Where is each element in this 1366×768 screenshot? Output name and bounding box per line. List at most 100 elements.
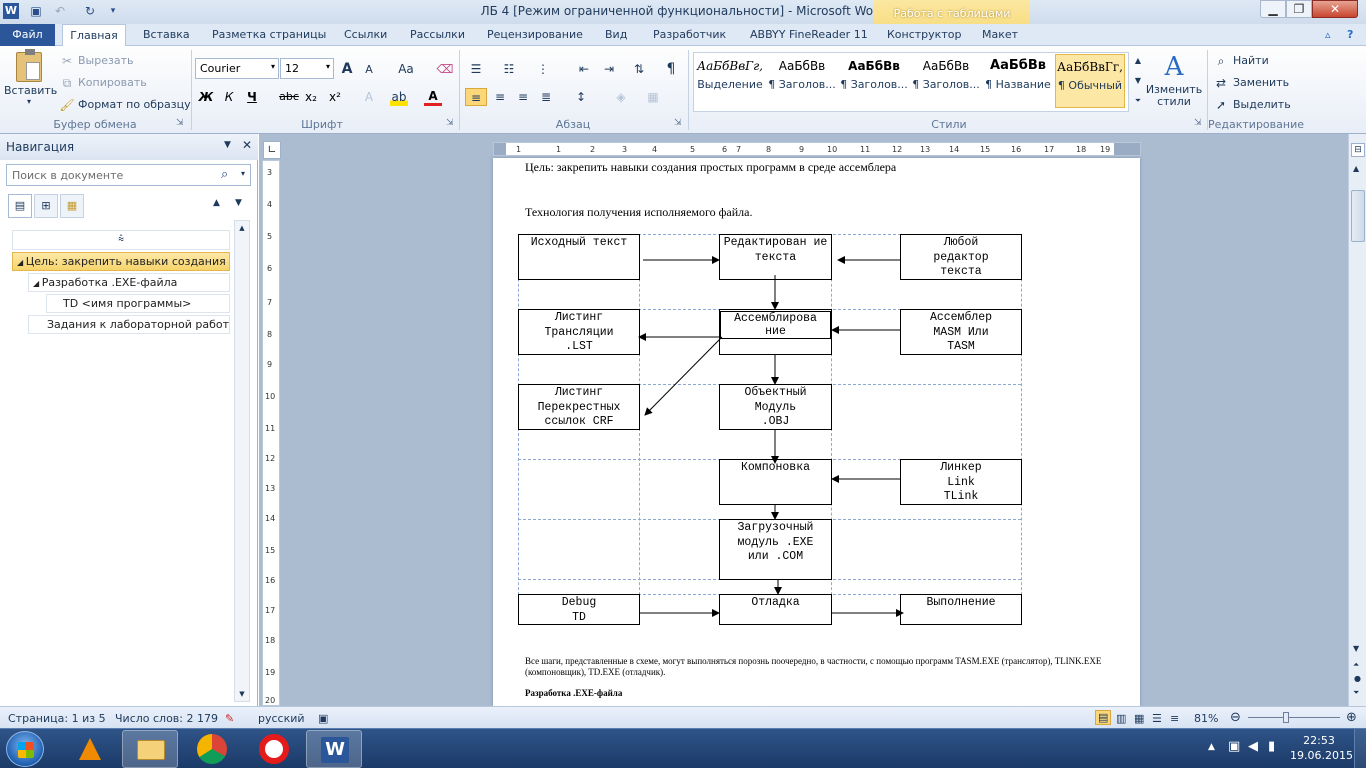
- full-screen-reading-icon[interactable]: ▥: [1116, 712, 1126, 725]
- underline-button[interactable]: Ч: [243, 88, 261, 106]
- status-words[interactable]: Число слов: 2 179: [115, 712, 218, 725]
- tray-expand-icon[interactable]: ▲: [1208, 742, 1215, 752]
- borders-icon[interactable]: ▦: [644, 88, 662, 106]
- ribbon-collapse-icon[interactable]: ▵: [1325, 28, 1331, 41]
- search-icon[interactable]: ⌕: [221, 167, 228, 182]
- tab-view[interactable]: Вид: [605, 28, 627, 41]
- start-button[interactable]: [6, 731, 44, 767]
- restore-button[interactable]: ❐: [1286, 0, 1312, 18]
- chrome-taskbar-icon[interactable]: [184, 730, 240, 768]
- nav-item-tasks[interactable]: Задания к лабораторной работе: [28, 315, 230, 334]
- volume-icon[interactable]: ◀: [1248, 739, 1258, 754]
- scroll-down-icon[interactable]: ▼: [1353, 644, 1359, 653]
- font-color-icon[interactable]: A: [424, 88, 442, 106]
- shrink-font-icon[interactable]: A: [360, 61, 378, 79]
- font-size-field[interactable]: 12 ▾: [280, 58, 334, 79]
- tab-selector-icon[interactable]: ∟: [263, 141, 281, 159]
- paragraph-launcher-icon[interactable]: ⇲: [674, 118, 682, 128]
- next-page-icon[interactable]: ⏷: [1353, 688, 1359, 698]
- proofing-icon[interactable]: ✎: [225, 712, 234, 725]
- document-page[interactable]: Цель: закрепить навыки создания простых …: [493, 158, 1140, 706]
- style-heading1[interactable]: АаБбВв ¶ Заголов...: [767, 54, 837, 108]
- tab-developer[interactable]: Разработчик: [653, 28, 726, 41]
- scroll-up-icon[interactable]: ▲: [1353, 164, 1359, 173]
- format-painter-button[interactable]: Формат по образцу: [78, 98, 191, 111]
- subscript-button[interactable]: x₂: [302, 88, 320, 106]
- nav-headings-view-button[interactable]: ▤: [8, 194, 32, 218]
- font-name-field[interactable]: Courier ▾: [195, 58, 279, 79]
- style-title[interactable]: АаБбВв ¶ Название: [983, 54, 1053, 108]
- text-effects-icon[interactable]: A: [360, 88, 378, 106]
- search-dropdown-icon[interactable]: ▾: [241, 169, 245, 178]
- zoom-slider[interactable]: [1248, 717, 1340, 718]
- pilcrow-icon[interactable]: ¶: [662, 60, 680, 78]
- nav-item-td[interactable]: TD <имя программы>: [46, 294, 230, 313]
- vertical-ruler[interactable]: 3 4 5 6 7 8 9 10 11 12 13 14 15 16 17 18 19 20: [262, 160, 280, 706]
- clipboard-launcher-icon[interactable]: ⇲: [176, 118, 184, 128]
- status-page[interactable]: Страница: 1 из 5: [8, 712, 106, 725]
- select-button[interactable]: Выделить: [1233, 98, 1291, 111]
- decrease-indent-icon[interactable]: ⇤: [575, 60, 593, 78]
- cut-button[interactable]: Вырезать: [78, 54, 133, 67]
- style-emphasis[interactable]: АаБбВвГг, Выделение: [695, 54, 765, 108]
- network-icon[interactable]: ▣: [1228, 739, 1240, 754]
- help-icon[interactable]: ?: [1347, 28, 1353, 41]
- change-styles-button[interactable]: A Изменить стили: [1145, 52, 1203, 108]
- nav-item-goal[interactable]: ◢ Цель: закрепить навыки создания ...: [12, 252, 230, 271]
- italic-button[interactable]: К: [220, 88, 238, 106]
- tab-abbyy[interactable]: ABBYY FineReader 11: [750, 28, 868, 41]
- tab-home[interactable]: Главная: [62, 24, 126, 47]
- tab-design[interactable]: Конструктор: [887, 28, 961, 41]
- opera-taskbar-icon[interactable]: [246, 730, 302, 768]
- prev-page-icon[interactable]: ⏶: [1353, 660, 1359, 670]
- zoom-out-icon[interactable]: ⊖: [1230, 710, 1241, 725]
- close-window-button[interactable]: ✕: [1312, 0, 1358, 18]
- justify-icon[interactable]: ≣: [537, 88, 555, 106]
- bold-button[interactable]: Ж: [197, 88, 215, 106]
- multilevel-list-icon[interactable]: ⋮: [534, 60, 552, 78]
- nav-pages-view-button[interactable]: ⊞: [34, 194, 58, 218]
- font-launcher-icon[interactable]: ⇲: [446, 118, 454, 128]
- nav-options-icon[interactable]: ▼: [224, 140, 231, 150]
- style-heading3[interactable]: АаБбВв ¶ Заголов...: [911, 54, 981, 108]
- power-icon[interactable]: ▮: [1268, 739, 1275, 754]
- nav-search-input[interactable]: Поиск в документе ⌕ ▾: [6, 164, 251, 186]
- align-left-icon[interactable]: ≡: [465, 88, 487, 106]
- replace-button[interactable]: Заменить: [1233, 76, 1289, 89]
- nav-collapse-all-button[interactable]: ⩯: [12, 230, 230, 250]
- nav-close-icon[interactable]: ✕: [242, 138, 252, 152]
- vertical-scrollbar[interactable]: ⊟ ▲ ▼ ⏶ ● ⏷: [1348, 134, 1366, 706]
- nav-next-icon[interactable]: ▼: [235, 198, 242, 208]
- strikethrough-button[interactable]: abc: [276, 88, 302, 106]
- paste-button[interactable]: Вставить ▾: [4, 49, 57, 114]
- increase-indent-icon[interactable]: ⇥: [600, 60, 618, 78]
- styles-launcher-icon[interactable]: ⇲: [1194, 118, 1202, 128]
- explorer-taskbar-icon[interactable]: [122, 730, 178, 768]
- clear-format-icon[interactable]: ⌫: [436, 60, 454, 78]
- shading-icon[interactable]: ◈: [612, 88, 630, 106]
- find-button[interactable]: Найти: [1233, 54, 1269, 67]
- numbering-icon[interactable]: ☷: [500, 60, 518, 78]
- tab-insert[interactable]: Вставка: [143, 28, 190, 41]
- grow-font-icon[interactable]: A: [338, 60, 356, 78]
- align-center-icon[interactable]: ≡: [491, 88, 509, 106]
- superscript-button[interactable]: x²: [326, 88, 344, 106]
- tab-page-layout[interactable]: Разметка страницы: [212, 28, 326, 41]
- browse-object-icon[interactable]: ●: [1354, 674, 1361, 683]
- tab-review[interactable]: Рецензирование: [487, 28, 583, 41]
- draft-icon[interactable]: ≡: [1170, 712, 1179, 725]
- outline-icon[interactable]: ☰: [1152, 712, 1162, 725]
- nav-scrollbar[interactable]: ▲ ▼: [234, 220, 250, 702]
- show-desktop-button[interactable]: [1354, 729, 1366, 768]
- nav-prev-icon[interactable]: ▲: [213, 198, 220, 208]
- tab-file[interactable]: Файл: [0, 24, 55, 46]
- zoom-slider-thumb[interactable]: [1283, 712, 1289, 723]
- nav-item-exe-dev[interactable]: ◢ Разработка .EXE-файла: [28, 273, 230, 292]
- bullets-icon[interactable]: ☰: [467, 60, 485, 78]
- scroll-thumb[interactable]: [1351, 190, 1365, 242]
- ruler-toggle-icon[interactable]: ⊟: [1351, 143, 1365, 157]
- vlc-taskbar-icon[interactable]: [62, 730, 118, 768]
- zoom-level[interactable]: 81%: [1194, 712, 1218, 725]
- tab-references[interactable]: Ссылки: [344, 28, 387, 41]
- sort-icon[interactable]: ⇅: [630, 60, 648, 78]
